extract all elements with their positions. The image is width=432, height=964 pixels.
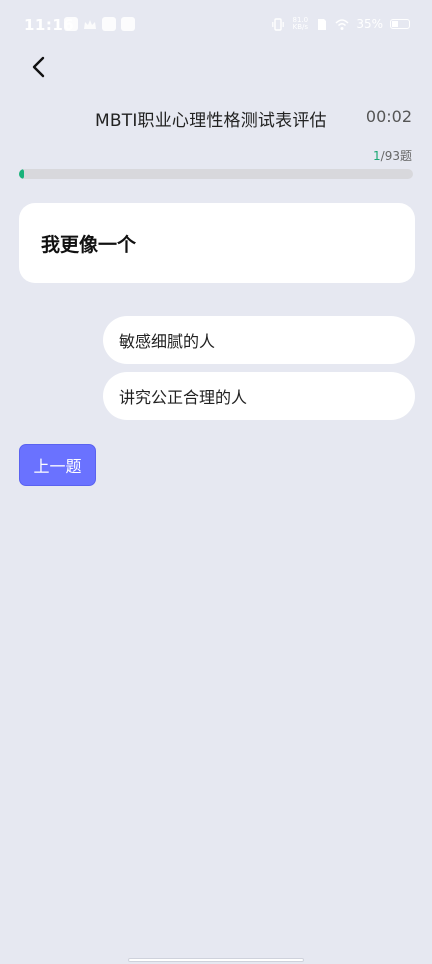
sim-icon: [318, 18, 327, 30]
back-button[interactable]: [24, 52, 54, 82]
crown-notification-icon: [83, 17, 97, 31]
wifi-icon: [335, 18, 349, 30]
previous-question-button[interactable]: 上一题: [19, 444, 96, 486]
progress-counter: 1/93题: [373, 147, 412, 164]
battery-percent: 35%: [356, 17, 383, 31]
question-card: 我更像一个: [19, 203, 415, 283]
title-row: MBTI职业心理性格测试表评估 00:02: [0, 106, 432, 131]
question-text: 我更像一个: [41, 233, 137, 256]
message-notification-icon: [102, 17, 116, 31]
home-indicator[interactable]: [128, 958, 304, 962]
app-notification-icon: [64, 17, 78, 31]
battery-icon: [390, 19, 410, 29]
answer-option-label: 敏感细腻的人: [119, 332, 216, 351]
answer-option-1[interactable]: 敏感细腻的人: [103, 316, 415, 364]
chevron-left-icon: [32, 56, 45, 78]
timer: 00:02: [365, 107, 412, 126]
network-speed-unit: KB/s: [292, 23, 309, 31]
answer-option-label: 讲究公正合理的人: [119, 388, 248, 407]
status-bar: 11:16 81.0 KB/s 35%: [0, 0, 432, 50]
status-right: 81.0 KB/s 35%: [272, 17, 410, 31]
answer-option-2[interactable]: 讲究公正合理的人: [103, 372, 415, 420]
vibrate-icon: [272, 17, 285, 31]
network-speed: 81.0 KB/s: [291, 17, 309, 31]
progress-bar: [19, 169, 413, 179]
shield-notification-icon: [121, 17, 135, 31]
notification-icons: [64, 17, 135, 31]
progress-total: /93题: [380, 149, 412, 163]
progress-fill: [19, 169, 24, 179]
page-title: MBTI职业心理性格测试表评估: [95, 111, 327, 131]
previous-question-label: 上一题: [33, 457, 82, 476]
progress-current: 1: [373, 149, 381, 163]
